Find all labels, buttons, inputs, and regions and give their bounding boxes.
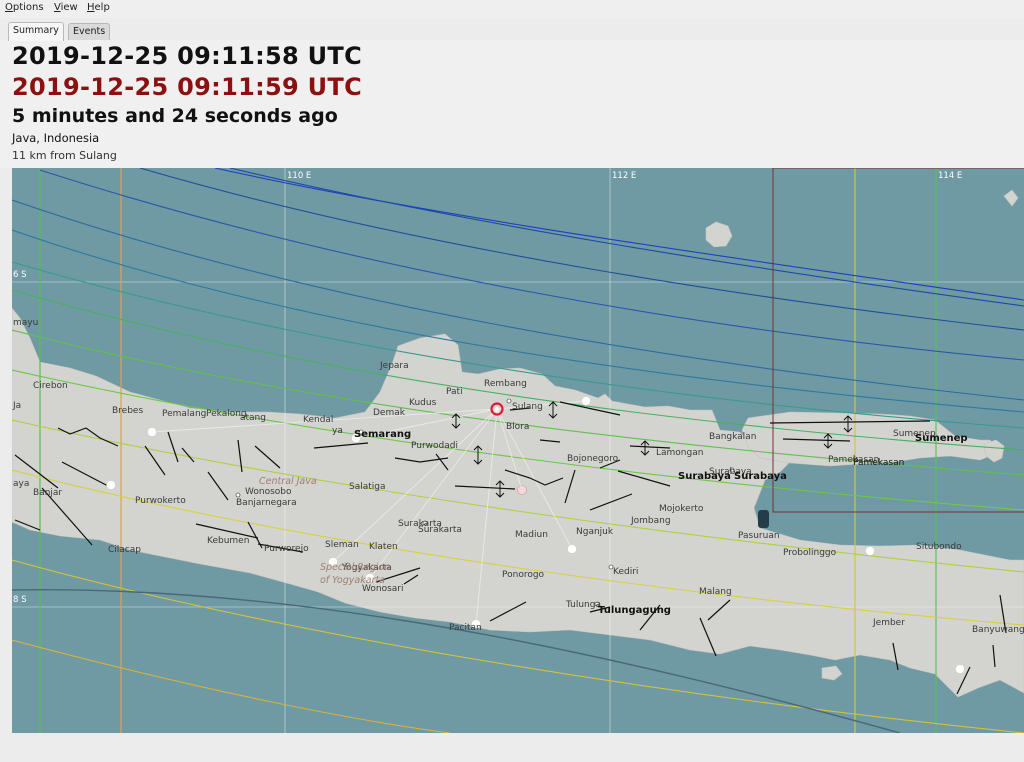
origin-time: 2019-12-25 09:11:58 UTC: [12, 42, 362, 70]
place-label: Banjar: [33, 488, 62, 498]
place-label: Surakarta: [418, 525, 462, 535]
place-label: Pemalang: [162, 409, 206, 419]
station-marker[interactable]: [106, 480, 116, 490]
region-label-central-java: Central Java: [259, 476, 317, 487]
elapsed-time: 5 minutes and 24 seconds ago: [12, 105, 338, 127]
place-label: Pati: [446, 387, 463, 397]
region-label: Special Region: [320, 562, 390, 573]
update-time: 2019-12-25 09:11:59 UTC: [12, 73, 362, 101]
place-label: Blora: [506, 422, 529, 432]
place-label: Jepara: [379, 361, 409, 371]
place-label: Pasuruan: [738, 531, 780, 541]
place-label: Jember: [872, 618, 905, 628]
station-marker[interactable]: [865, 546, 875, 556]
city-label-tulungagung: Tulungagung: [598, 605, 671, 616]
place-label: Klaten: [369, 542, 398, 552]
place-label: Salatiga: [349, 482, 386, 492]
menu-view[interactable]: View: [54, 2, 78, 13]
station-marker[interactable]: [147, 427, 157, 437]
place-label: Ja: [12, 401, 21, 411]
grid-label-8s: 8 S: [13, 595, 27, 605]
event-map[interactable]: 110 E 112 E 114 E 6 S 8 S Jepara Kudus P…: [12, 168, 1024, 733]
grid-label-6s: 6 S: [13, 270, 27, 280]
place-label: Bojonegoro: [567, 454, 619, 464]
tab-events[interactable]: Events: [68, 23, 111, 40]
place-label: Wonosobo: [245, 487, 292, 497]
place-label: Banyuwang: [972, 625, 1024, 635]
place-label: Lamongan: [656, 448, 703, 458]
place-label: aya: [13, 479, 29, 489]
place-label: Nganjuk: [576, 527, 614, 537]
station-marker[interactable]: [581, 396, 591, 406]
grid-label-112e: 112 E: [612, 171, 636, 181]
place-label: Malang: [699, 587, 732, 597]
place-label: Purworejo: [264, 544, 309, 554]
region-label: of Yogyakarta: [320, 575, 385, 586]
menu-options[interactable]: Options: [5, 2, 44, 13]
city-label-surabaya-2: Surabaya: [734, 471, 787, 482]
place-label: Kebumen: [207, 536, 249, 546]
city-label-surabaya: Surabaya: [678, 471, 731, 482]
menu-help[interactable]: Help: [87, 2, 110, 13]
place-label: Ponorogo: [502, 570, 545, 580]
place-label: ya: [332, 426, 343, 436]
place-label: Probolinggo: [783, 548, 837, 558]
tab-summary[interactable]: Summary: [8, 22, 64, 41]
status-area: [0, 733, 1024, 762]
place-label: Rembang: [484, 379, 527, 389]
grid-label-114e: 114 E: [938, 171, 962, 181]
distance-label: 11 km from Sulang: [12, 149, 117, 162]
place-label: Bangkalan: [709, 432, 756, 442]
place-label: Banjarnegara: [236, 498, 297, 508]
city-label-semarang: Semarang: [354, 429, 411, 440]
place-label: Brebes: [112, 406, 143, 416]
place-label: Situbondo: [916, 542, 962, 552]
region-label: Java, Indonesia: [12, 131, 100, 145]
city-label-sumenep: Sumenep: [915, 433, 968, 444]
place-label: Purwokerto: [135, 496, 186, 506]
place-label: Purwodadi: [411, 441, 458, 451]
menu-bar: Options View Help: [0, 0, 1024, 18]
place-label: Demak: [373, 408, 406, 418]
city-label-pamekasan: Pamekasan: [853, 458, 904, 468]
place-label: mayu: [13, 318, 38, 328]
place-label: Sleman: [325, 540, 359, 550]
station-marker[interactable]: [567, 544, 577, 554]
location-pin[interactable]: [758, 510, 769, 528]
place-label: Kudus: [409, 398, 437, 408]
place-label: Sulang: [512, 402, 543, 412]
place-label: Jombang: [630, 516, 671, 526]
place-label: Kendal: [303, 415, 333, 425]
place-label: Cirebon: [33, 381, 68, 391]
place-label: atang: [240, 413, 266, 423]
grid-label-110e: 110 E: [287, 171, 311, 181]
place-label: Tulunga: [565, 600, 601, 610]
station-marker[interactable]: [955, 664, 965, 674]
station-marker-triggered[interactable]: [517, 485, 527, 495]
place-label: Mojokerto: [659, 504, 704, 514]
place-label: Kediri: [613, 567, 638, 577]
place-label: Cilacap: [108, 545, 141, 555]
place-label: Madiun: [515, 530, 548, 540]
place-label: Pacitan: [449, 623, 482, 633]
